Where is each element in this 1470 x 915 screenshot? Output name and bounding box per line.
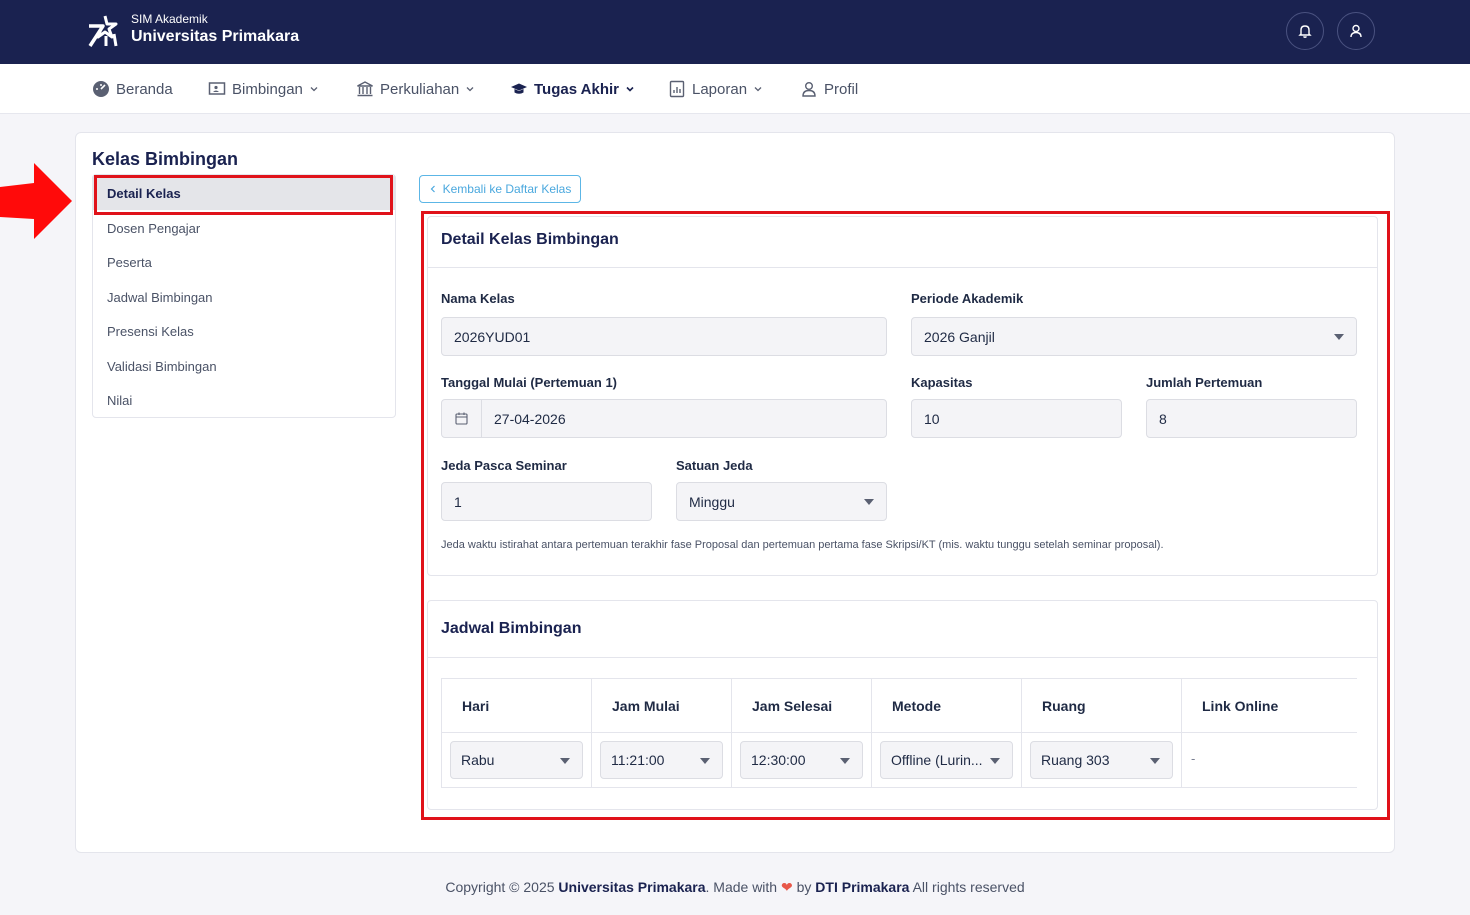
highlight-box-sidebar: [94, 175, 393, 215]
top-bar: SIM Akademik Universitas Primakara: [0, 0, 1470, 64]
back-to-class-list-button[interactable]: Kembali ke Daftar Kelas: [419, 175, 581, 203]
nav-label: Beranda: [116, 80, 173, 98]
nav-profil[interactable]: Profil: [800, 64, 858, 114]
sidebar-item-peserta[interactable]: Peserta: [93, 245, 395, 279]
main-nav: Beranda Bimbingan Perkuliahan Tugas Akhi…: [0, 64, 1470, 114]
dashboard-icon: [93, 81, 109, 97]
nav-label: Bimbingan: [232, 80, 303, 98]
sidebar-item-label: Peserta: [107, 254, 152, 270]
user-icon: [802, 82, 816, 97]
notification-button[interactable]: [1286, 12, 1324, 50]
building-icon: [357, 81, 373, 97]
university-logo-icon[interactable]: [86, 12, 124, 50]
chevron-down-icon: [466, 87, 474, 92]
nav-bimbingan[interactable]: Bimbingan: [208, 64, 319, 114]
sidebar-item-validasi-bimbingan[interactable]: Validasi Bimbingan: [93, 349, 395, 383]
chevron-left-icon: [430, 185, 435, 193]
nav-label: Profil: [824, 80, 859, 98]
brand-title: Universitas Primakara: [131, 28, 300, 45]
sidebar-item-presensi-kelas[interactable]: Presensi Kelas: [93, 314, 395, 348]
footer-by: by: [796, 879, 812, 895]
nav-perkuliahan[interactable]: Perkuliahan: [356, 64, 475, 114]
sidebar-item-label: Validasi Bimbingan: [107, 358, 217, 374]
graduation-cap-icon: [511, 83, 527, 94]
highlight-box-main: [421, 211, 1390, 820]
sidebar-item-dosen-pengajar[interactable]: Dosen Pengajar: [93, 211, 395, 245]
nav-laporan[interactable]: Laporan: [668, 64, 763, 114]
footer-org: Universitas Primakara: [558, 879, 706, 895]
nav-label: Laporan: [692, 80, 748, 98]
sidebar-item-label: Dosen Pengajar: [107, 220, 201, 236]
sidebar-item-label: Jadwal Bimbingan: [107, 289, 213, 305]
sidebar-item-label: Presensi Kelas: [107, 323, 194, 339]
nav-label: Tugas Akhir: [534, 80, 620, 98]
chevron-down-icon: [754, 87, 762, 92]
heart-icon: ❤: [780, 879, 793, 895]
user-icon: [1350, 24, 1362, 38]
footer-made: . Made with: [705, 879, 778, 895]
nav-label: Perkuliahan: [380, 80, 460, 98]
back-button-label: Kembali ke Daftar Kelas: [442, 182, 572, 196]
footer-rights: All rights reserved: [912, 879, 1025, 895]
account-button[interactable]: [1337, 12, 1375, 50]
red-arrow-annotation-icon: [0, 163, 72, 239]
brand-subtitle: SIM Akademik: [131, 12, 208, 26]
bell-icon: [1298, 25, 1312, 38]
chevron-down-icon: [310, 87, 318, 92]
footer: Copyright © 2025 Universitas Primakara. …: [0, 879, 1470, 896]
footer-copyright: Copyright © 2025: [445, 879, 555, 895]
chevron-down-icon: [626, 86, 634, 92]
nav-beranda[interactable]: Beranda: [92, 64, 173, 114]
page-title: Kelas Bimbingan: [92, 149, 239, 169]
presentation-icon: [208, 82, 226, 95]
footer-team: DTI Primakara: [815, 879, 910, 895]
nav-tugas-akhir[interactable]: Tugas Akhir: [510, 64, 635, 114]
sidebar-item-jadwal-bimbingan[interactable]: Jadwal Bimbingan: [93, 280, 395, 314]
sidebar-item-nilai[interactable]: Nilai: [93, 383, 395, 417]
sidebar-item-label: Nilai: [107, 392, 133, 408]
report-icon: [669, 80, 685, 98]
